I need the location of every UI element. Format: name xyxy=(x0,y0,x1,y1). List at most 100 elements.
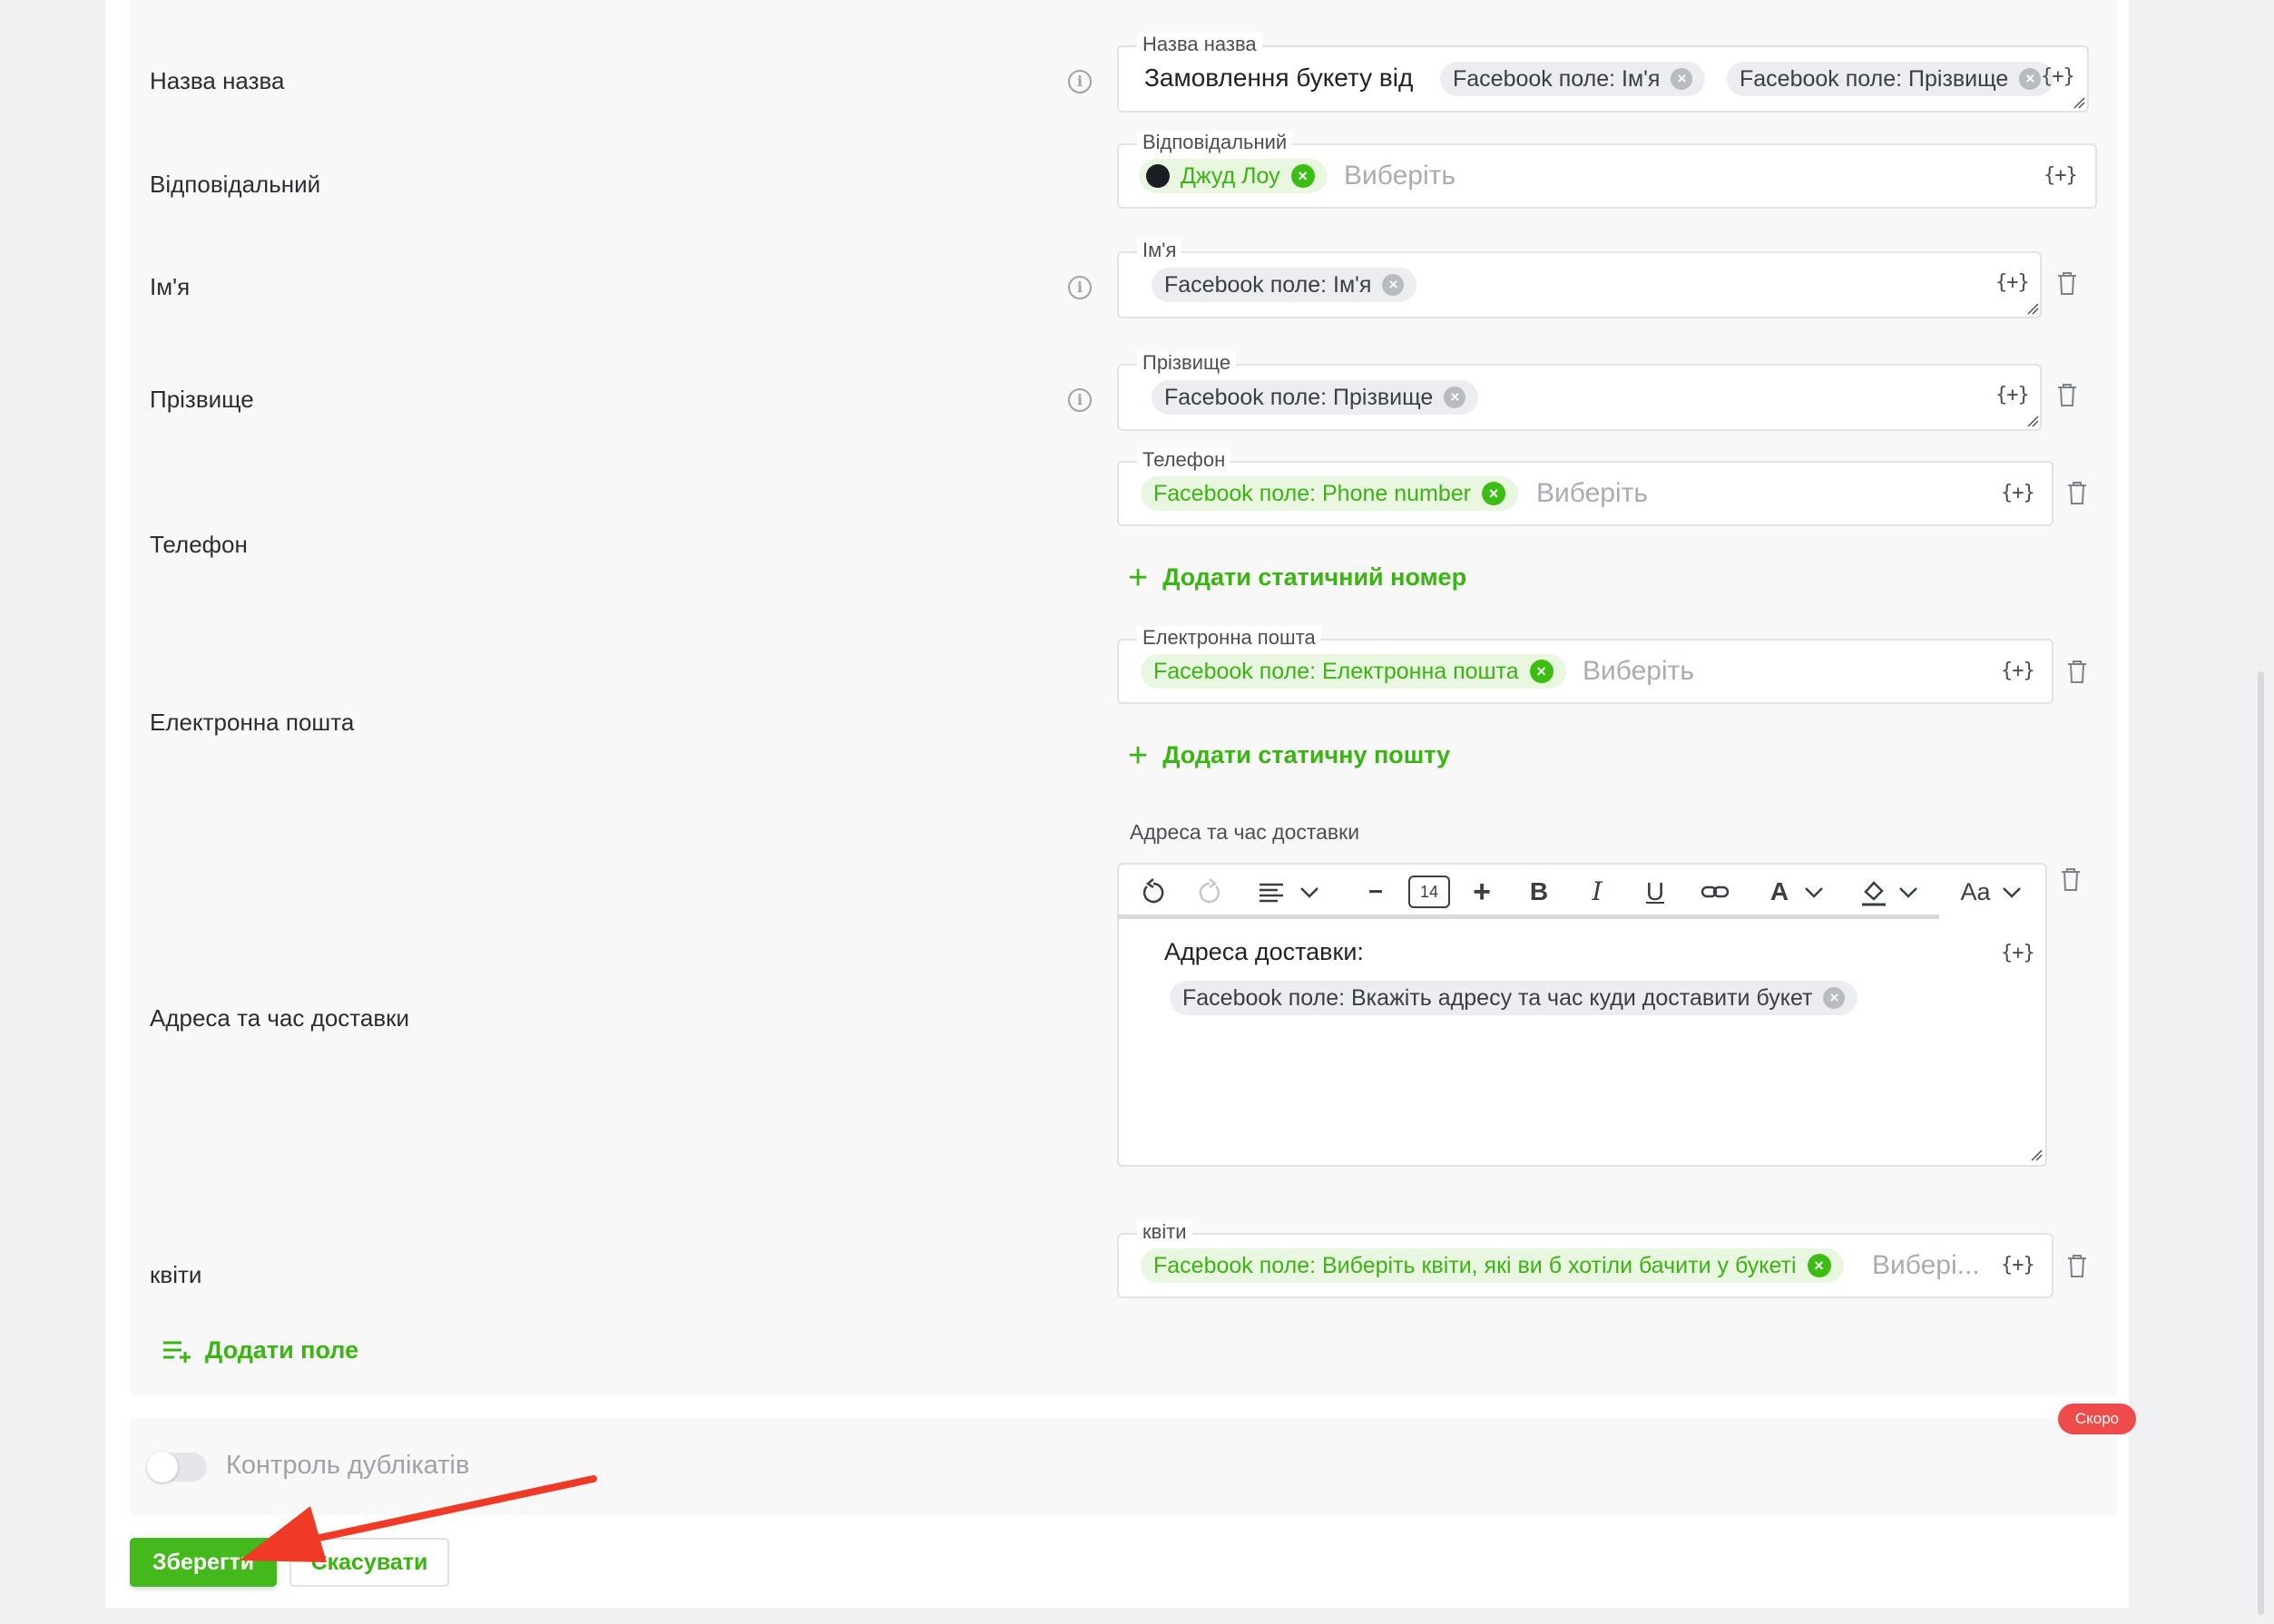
save-button[interactable]: Зберегти xyxy=(130,1538,277,1587)
remove-chip-icon[interactable]: × xyxy=(1382,274,1405,296)
add-field-button[interactable]: Додати поле xyxy=(162,1336,358,1365)
bold-icon[interactable]: B xyxy=(1525,874,1553,910)
row-label-last-name: Прізвище xyxy=(150,386,254,413)
chevron-down-icon[interactable] xyxy=(1801,874,1827,910)
remove-chip-icon[interactable]: × xyxy=(1671,68,1693,90)
plus-icon: + xyxy=(1128,558,1149,597)
chip-label: Facebook поле: Phone number xyxy=(1153,480,1472,506)
font-family-icon[interactable]: Aa xyxy=(1957,874,1994,910)
row-label-title: Назва назва xyxy=(150,67,285,94)
insert-variable-icon[interactable]: {+} xyxy=(1995,384,2030,406)
user-chip: Джуд Лоу × xyxy=(1139,159,1328,193)
remove-chip-icon[interactable]: × xyxy=(1529,660,1554,683)
add-static-email-link[interactable]: + Додати статичну пошту xyxy=(1128,736,1451,775)
trash-icon[interactable] xyxy=(2060,866,2082,892)
first-name-field[interactable]: Ім'я Facebook поле: Ім'я × {+} xyxy=(1117,239,2042,318)
last-name-field[interactable]: Прізвище Facebook поле: Прізвище × {+} xyxy=(1117,351,2042,431)
plus-icon: + xyxy=(1128,736,1149,775)
cancel-button[interactable]: Скасувати xyxy=(289,1538,449,1587)
select-placeholder[interactable]: Вибері... xyxy=(1872,1250,1980,1281)
resize-handle-icon[interactable] xyxy=(2030,1149,2043,1161)
remove-chip-icon[interactable]: × xyxy=(1290,164,1315,188)
title-field[interactable]: Назва назва Замовлення букету від Facebo… xyxy=(1117,33,2089,113)
delivery-editor[interactable]: Адреса доставки: Facebook поле: Вкажіть … xyxy=(1117,919,2047,1167)
trash-icon[interactable] xyxy=(2066,480,2088,505)
info-icon[interactable]: i xyxy=(1068,388,1092,412)
toggle-knob[interactable] xyxy=(147,1452,178,1482)
text-color-icon[interactable]: A xyxy=(1766,874,1793,910)
row-label-delivery: Адреса та час доставки xyxy=(150,1004,410,1032)
remove-chip-icon[interactable]: × xyxy=(1823,987,1846,1009)
field-label: Відповідальний xyxy=(1137,131,1293,154)
select-placeholder[interactable]: Виберіть xyxy=(1536,478,1648,509)
chevron-down-icon[interactable] xyxy=(1297,874,1322,910)
trash-icon[interactable] xyxy=(2066,1253,2088,1278)
insert-variable-icon[interactable]: {+} xyxy=(2001,482,2035,504)
decrease-font-icon[interactable]: − xyxy=(1362,874,1389,910)
chip-label: Facebook поле: Прізвище xyxy=(1740,65,2009,92)
fill-color-icon[interactable] xyxy=(1858,874,1889,910)
add-link-label: Додати статичну пошту xyxy=(1162,741,1451,768)
email-select[interactable]: Електронна пошта Facebook поле: Електрон… xyxy=(1117,626,2053,704)
editor-toolbar: − 14 + B I U A Aa xyxy=(1117,863,2047,921)
italic-icon[interactable]: I xyxy=(1583,874,1611,910)
editor-heading[interactable]: Адреса доставки: xyxy=(1164,938,1364,966)
chip-label: Джуд Лоу xyxy=(1181,162,1280,189)
field-label: квіти xyxy=(1137,1220,1192,1244)
variable-chip: Facebook поле: Виберіть квіти, які ви б … xyxy=(1141,1248,1844,1283)
chip-label: Facebook поле: Ім'я xyxy=(1164,271,1372,298)
insert-variable-icon[interactable]: {+} xyxy=(2001,942,2035,964)
insert-variable-icon[interactable]: {+} xyxy=(2044,164,2078,187)
insert-variable-icon[interactable]: {+} xyxy=(2001,660,2035,682)
row-label-flowers: квіти xyxy=(150,1261,202,1288)
align-icon[interactable] xyxy=(1257,874,1286,910)
phone-select[interactable]: Телефон Facebook поле: Phone number × Виб… xyxy=(1117,448,2053,526)
responsible-select[interactable]: Відповідальний Джуд Лоу × Виберіть {+} xyxy=(1117,131,2097,209)
chevron-down-icon[interactable] xyxy=(1999,874,2024,910)
increase-font-icon[interactable]: + xyxy=(1468,874,1495,910)
variable-chip: Facebook поле: Прізвище × xyxy=(1727,62,2054,96)
chip-label: Facebook поле: Вкажіть адресу та час куд… xyxy=(1182,984,1813,1011)
remove-chip-icon[interactable]: × xyxy=(2019,68,2042,90)
remove-chip-icon[interactable]: × xyxy=(1807,1254,1831,1277)
undo-icon[interactable] xyxy=(1139,874,1168,910)
row-label-first-name: Ім'я xyxy=(150,273,191,300)
add-static-phone-link[interactable]: + Додати статичний номер xyxy=(1128,558,1467,597)
insert-variable-icon[interactable]: {+} xyxy=(1995,271,2030,294)
trash-icon[interactable] xyxy=(2056,270,2078,296)
redo-icon[interactable] xyxy=(1195,874,1224,910)
chevron-down-icon[interactable] xyxy=(1896,874,1921,910)
field-label: Прізвище xyxy=(1137,351,1237,375)
trash-icon[interactable] xyxy=(2066,659,2088,684)
info-icon[interactable]: i xyxy=(1068,70,1092,93)
variable-chip: Facebook поле: Вкажіть адресу та час куд… xyxy=(1170,981,1858,1015)
select-placeholder[interactable]: Виберіть xyxy=(1344,161,1456,191)
field-label: Електронна пошта xyxy=(1137,626,1321,650)
trash-icon[interactable] xyxy=(2056,382,2078,407)
remove-chip-icon[interactable]: × xyxy=(1444,386,1466,408)
resize-handle-icon[interactable] xyxy=(2073,96,2085,109)
remove-chip-icon[interactable]: × xyxy=(1482,482,1506,505)
add-field-label: Додати поле xyxy=(205,1336,359,1364)
underline-icon[interactable]: U xyxy=(1642,874,1669,910)
chip-label: Facebook поле: Електронна пошта xyxy=(1153,658,1519,684)
title-text[interactable]: Замовлення букету від xyxy=(1144,64,1413,93)
insert-variable-icon[interactable]: {+} xyxy=(2001,1254,2035,1277)
variable-chip: Facebook поле: Електронна пошта × xyxy=(1141,654,1566,689)
add-link-label: Додати статичний номер xyxy=(1162,563,1467,591)
insert-variable-icon[interactable]: {+} xyxy=(2041,65,2075,88)
chip-label: Facebook поле: Виберіть квіти, які ви б … xyxy=(1153,1252,1797,1278)
select-placeholder[interactable]: Виберіть xyxy=(1583,656,1694,687)
chip-label: Facebook поле: Прізвище xyxy=(1164,384,1434,410)
link-icon[interactable] xyxy=(1700,874,1730,910)
resize-handle-icon[interactable] xyxy=(2026,415,2039,427)
resize-handle-icon[interactable] xyxy=(2026,302,2039,315)
variable-chip: Facebook поле: Phone number × xyxy=(1141,476,1519,511)
variable-chip: Facebook поле: Ім'я × xyxy=(1152,268,1417,302)
variable-chip: Facebook поле: Ім'я × xyxy=(1440,62,1706,96)
scrollbar-thumb[interactable] xyxy=(2258,671,2264,1615)
font-size-input[interactable]: 14 xyxy=(1408,876,1450,908)
info-icon[interactable]: i xyxy=(1068,276,1092,299)
field-label: Телефон xyxy=(1137,448,1231,472)
flowers-select[interactable]: квіти Facebook поле: Виберіть квіти, які… xyxy=(1117,1220,2053,1298)
